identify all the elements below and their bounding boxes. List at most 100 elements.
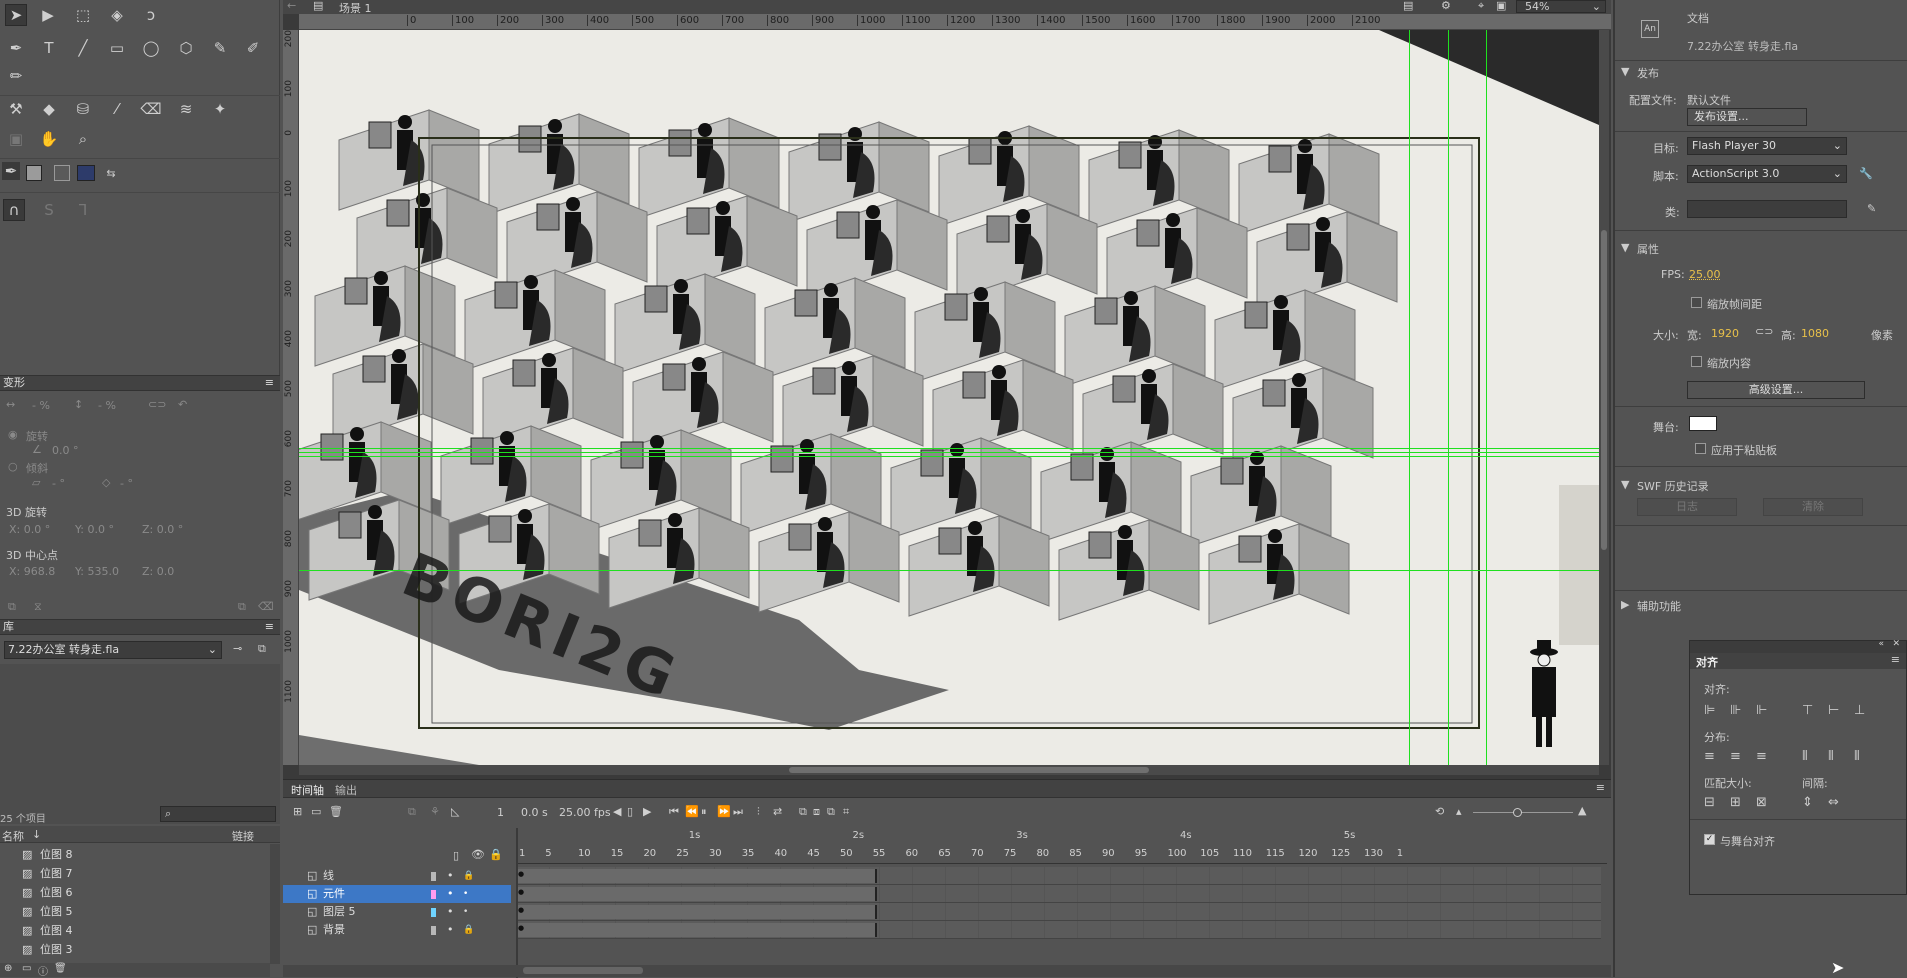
eraser-icon[interactable]: ⌫ xyxy=(140,98,162,120)
back-arrow-icon[interactable]: ← xyxy=(287,0,296,12)
polystar-icon[interactable]: ⬡ xyxy=(175,37,197,59)
list-item[interactable]: ▨ 位图 6 xyxy=(0,883,270,902)
selection-arrow-icon[interactable]: ➤ xyxy=(5,4,27,26)
pen-icon[interactable]: ✒ xyxy=(5,37,27,59)
rotation-x-value[interactable]: X: 0.0 ° xyxy=(9,523,50,536)
reset-transform-icon[interactable]: ⧖ xyxy=(34,600,42,614)
edit-scene-icon[interactable]: ▤ xyxy=(1403,0,1413,12)
link-icon[interactable]: ⊂⊃ xyxy=(148,398,166,411)
goto-first-icon[interactable]: ⏮ xyxy=(669,805,679,819)
attributes-section[interactable]: 属性 xyxy=(1637,241,1659,257)
scale-content-checkbox[interactable] xyxy=(1691,356,1702,367)
list-item[interactable]: ▨ 位图 5 xyxy=(0,902,270,921)
paint-bucket-icon[interactable]: ◆ xyxy=(38,98,60,120)
line-icon[interactable]: ╱ xyxy=(72,37,94,59)
text-icon[interactable]: T xyxy=(38,37,60,59)
skew-x-value[interactable]: - ° xyxy=(52,477,65,490)
distribute-bottom-icon[interactable]: ≡ xyxy=(1756,749,1767,764)
list-item[interactable]: ▨ 位图 4 xyxy=(0,921,270,940)
align-left-icon[interactable]: ⊫ xyxy=(1704,703,1715,718)
onion-skin-icon[interactable]: ⧉ xyxy=(799,805,807,819)
camera-icon[interactable]: ▣ xyxy=(5,128,27,150)
timeline-layer[interactable]: ◱ 线 • 🔒 xyxy=(283,867,511,885)
clear-button[interactable]: 清除 xyxy=(1763,498,1863,516)
new-symbol-icon[interactable]: ⊕ xyxy=(4,963,12,974)
tab-output[interactable]: 输出 xyxy=(335,782,357,798)
step-forward-icon[interactable]: ▶ xyxy=(643,805,651,818)
rotation-z-value[interactable]: Z: 0.0 ° xyxy=(142,523,183,536)
frame-span[interactable]: ● xyxy=(517,905,878,919)
advanced-settings-button[interactable]: 高级设置... xyxy=(1687,381,1865,399)
col-name[interactable]: 名称 xyxy=(2,828,24,844)
fill-color-swatch[interactable] xyxy=(77,165,95,181)
accessibility-section[interactable]: 辅助功能 xyxy=(1637,598,1681,614)
smooth-icon[interactable]: S xyxy=(38,199,60,221)
keyframe[interactable]: ● xyxy=(518,888,524,896)
align-to-stage-checkbox[interactable]: ✓ xyxy=(1704,834,1715,845)
publish-settings-button[interactable]: 发布设置... xyxy=(1687,108,1807,126)
layer-frames[interactable]: ● xyxy=(517,885,1601,903)
layer-frames[interactable]: ● xyxy=(517,903,1601,921)
stage-color-swatch[interactable] xyxy=(1689,416,1717,431)
edit-multiple-icon[interactable]: ⧉ xyxy=(827,805,835,819)
target-select[interactable]: Flash Player 30 ⌄ xyxy=(1687,137,1847,155)
center-y-value[interactable]: Y: 535.0 xyxy=(75,565,119,578)
duplicate-icon[interactable]: ⧉ xyxy=(238,600,246,614)
layer-lock-toggle[interactable]: • xyxy=(463,885,468,903)
list-item[interactable]: ▨ 位图 3 xyxy=(0,940,270,959)
panel-menu-icon[interactable]: ≡ xyxy=(1596,781,1605,794)
layer-frames[interactable]: ● xyxy=(517,921,1601,939)
rotation-y-value[interactable]: Y: 0.0 ° xyxy=(75,523,114,536)
paintbrush-icon[interactable]: ✏ xyxy=(5,65,27,87)
center-x-value[interactable]: X: 968.8 xyxy=(9,565,55,578)
skew-radio[interactable]: ○ xyxy=(8,460,18,473)
match-height-icon[interactable]: ⊞ xyxy=(1730,795,1741,810)
layer-depth-icon[interactable]: ⚘ xyxy=(430,805,440,818)
wrench-icon[interactable]: 🔧 xyxy=(1859,167,1873,180)
frame-rate[interactable]: 25.00 fps xyxy=(559,806,611,819)
guide-line-vertical[interactable] xyxy=(1486,30,1487,765)
link-icon[interactable]: ⊂⊃ xyxy=(1755,325,1773,338)
brush-icon[interactable]: ✐ xyxy=(242,37,264,59)
slider-handle[interactable] xyxy=(1513,808,1522,817)
keyframe[interactable]: ● xyxy=(518,870,524,878)
zoom-select[interactable]: 54% ⌄ xyxy=(1516,0,1606,13)
guide-line-horizontal[interactable] xyxy=(299,570,1599,571)
expand-arrow-icon[interactable]: ▶ xyxy=(1621,598,1629,611)
copy-and-apply-icon[interactable]: ⧉ xyxy=(8,600,16,614)
align-hcenter-icon[interactable]: ⊪ xyxy=(1730,703,1741,718)
goto-last-icon[interactable]: ⏭ xyxy=(733,805,743,819)
frame-span[interactable]: ● xyxy=(517,869,878,883)
subselection-icon[interactable]: ▶ xyxy=(37,4,59,26)
show-parent-icon[interactable]: ⧉ xyxy=(408,805,416,819)
delete-layer-icon[interactable]: 🗑 xyxy=(329,805,343,818)
zoom-in-frames-icon[interactable]: ▲ xyxy=(1578,804,1586,817)
space-horizontal-icon[interactable]: ⇔ xyxy=(1828,795,1839,810)
loop-range-icon[interactable]: ⇄ xyxy=(773,805,782,818)
rewind-icon[interactable]: ◀ xyxy=(613,805,621,818)
guide-line-horizontal[interactable] xyxy=(299,452,1599,453)
outline-icon[interactable]: ▯ xyxy=(453,849,459,862)
align-right-icon[interactable]: ⊩ xyxy=(1756,703,1767,718)
log-button[interactable]: 日志 xyxy=(1637,498,1737,516)
scale-spans-checkbox[interactable] xyxy=(1691,297,1702,308)
lock-icon[interactable]: 🔒 xyxy=(489,848,503,861)
free-transform-icon[interactable]: ⬚ xyxy=(72,4,94,26)
distribute-hcenter-icon[interactable]: ⦀ xyxy=(1828,749,1834,764)
pin-icon[interactable]: ⊸ xyxy=(233,642,242,655)
layer-lock-toggle[interactable]: 🔒 xyxy=(463,867,474,885)
align-top-icon[interactable]: ⊤ xyxy=(1802,703,1813,718)
center-frame-icon[interactable]: ⫶ xyxy=(757,805,760,819)
new-folder-icon[interactable]: ▭ xyxy=(22,963,31,974)
scrollbar-thumb[interactable] xyxy=(523,967,643,974)
hand-icon[interactable]: ✋ xyxy=(38,128,60,150)
collapse-arrow-icon[interactable]: ▼ xyxy=(1621,478,1629,491)
list-item[interactable]: ▨ 位图 8 xyxy=(0,845,270,864)
current-time[interactable]: 0.0 s xyxy=(521,806,548,819)
new-layer-icon[interactable]: ⊞ xyxy=(293,805,302,818)
rotate-value[interactable]: 0.0 ° xyxy=(52,444,79,457)
swap-colors-icon[interactable]: ⇆ xyxy=(100,162,122,184)
timeline-layer[interactable]: ◱ 元件 • • xyxy=(283,885,511,903)
timeline-layer[interactable]: ◱ 图层 5 • • xyxy=(283,903,511,921)
distribute-left-icon[interactable]: ⦀ xyxy=(1802,749,1808,764)
